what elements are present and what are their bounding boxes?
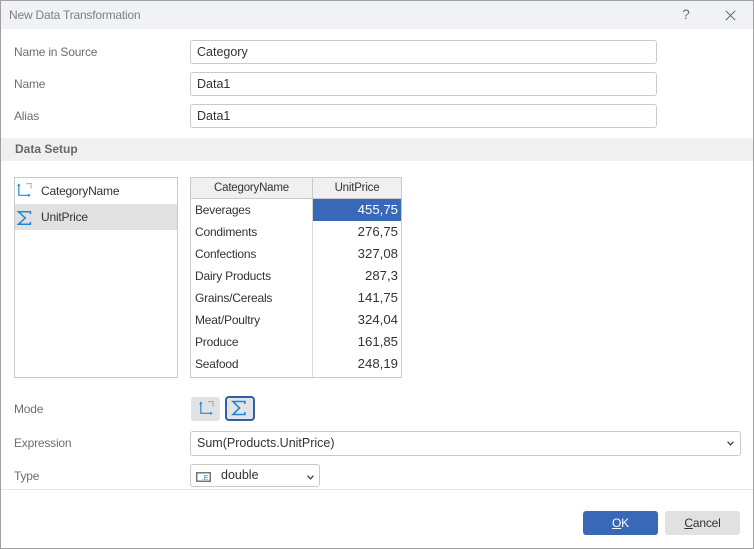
svg-text:.E: .E xyxy=(202,473,209,482)
